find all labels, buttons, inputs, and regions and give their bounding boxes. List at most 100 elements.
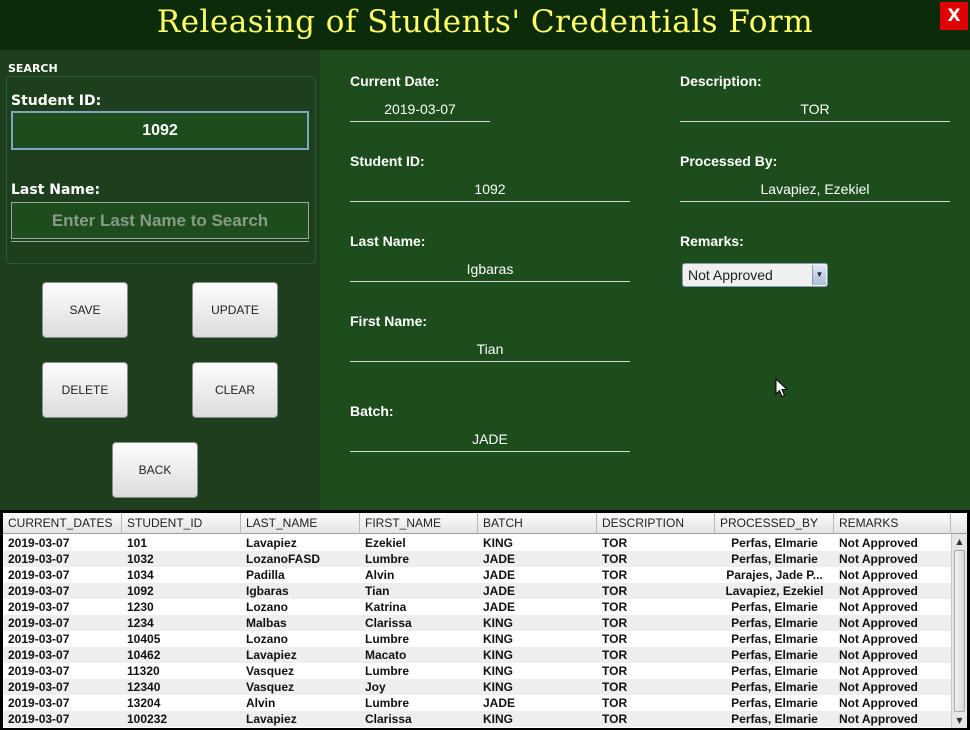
table-row[interactable]: 2019-03-07 1230 Lozano Katrina JADE TOR Perfas… — [3, 599, 951, 615]
first-name-field[interactable]: Tian — [350, 340, 630, 362]
table-cell: JADE — [483, 568, 516, 582]
student-id-field[interactable]: 1092 — [350, 180, 630, 202]
table-cell: 2019-03-07 — [8, 600, 70, 614]
table-cell: Alvin — [246, 696, 276, 710]
table-cell: Clarissa — [365, 616, 412, 630]
last-name-field[interactable]: Igbaras — [350, 260, 630, 282]
table-cell: 1032 — [127, 552, 154, 566]
table-row[interactable]: 2019-03-07 1234 Malbas Clarissa KING TOR Perfa… — [3, 615, 951, 631]
table-cell: Perfas, Elmarie — [731, 648, 818, 662]
search-student-id-label: Student ID: — [11, 93, 102, 109]
scroll-up-icon[interactable]: ▲ — [952, 534, 967, 549]
table-cell: JADE — [483, 552, 516, 566]
table-cell: JADE — [483, 584, 516, 598]
table-cell: Not Approved — [839, 568, 918, 582]
table-row[interactable]: 2019-03-07 10405 Lozano Lumbre KING TOR Perfas… — [3, 631, 951, 647]
description-field[interactable]: TOR — [680, 100, 950, 122]
table-cell: Lavapiez, Ezekiel — [725, 584, 824, 598]
search-student-id-input[interactable] — [11, 111, 309, 150]
batch-field[interactable]: JADE — [350, 430, 630, 452]
table-cell: Lozano — [246, 632, 288, 646]
table-cell: Malbas — [246, 616, 287, 630]
table-cell: Lumbre — [365, 632, 410, 646]
table-row[interactable]: 2019-03-07 1032 LozanoFASD Lumbre JADE TOR Per… — [3, 551, 951, 567]
table-header-corner — [951, 513, 967, 534]
clear-button[interactable]: CLEAR — [192, 362, 278, 418]
table-cell: LozanoFASD — [246, 552, 320, 566]
close-button[interactable]: X — [940, 2, 968, 30]
table-cell: 12340 — [127, 680, 161, 694]
table-cell: Vasquez — [246, 680, 295, 694]
table-cell: Perfas, Elmarie — [731, 632, 818, 646]
table-cell: Not Approved — [839, 536, 918, 550]
table-row[interactable]: 2019-03-07 12340 Vasquez Joy KING TOR Perfas, … — [3, 679, 951, 695]
column-header-first-name[interactable]: FIRST_NAME — [360, 513, 478, 534]
table-body: 2019-03-07 101 Lavapiez Ezekiel KING TOR Perfa… — [3, 535, 951, 727]
update-button[interactable]: UPDATE — [192, 282, 278, 338]
current-date-field[interactable]: 2019-03-07 — [350, 100, 490, 122]
table-cell: Perfas, Elmarie — [731, 616, 818, 630]
remarks-dropdown[interactable]: Not Approved ▼ — [682, 263, 828, 287]
column-header-remarks[interactable]: REMARKS — [834, 513, 951, 534]
column-header-processed-by[interactable]: PROCESSED_BY — [715, 513, 834, 534]
table-cell: TOR — [602, 680, 628, 694]
table-cell: 1230 — [127, 600, 154, 614]
table-cell: Parajes, Jade P... — [726, 568, 823, 582]
column-header-batch[interactable]: BATCH — [478, 513, 597, 534]
table-cell: 13204 — [127, 696, 161, 710]
scrollbar-thumb[interactable] — [954, 550, 965, 712]
table-cell: TOR — [602, 584, 628, 598]
chevron-down-icon[interactable]: ▼ — [812, 265, 826, 285]
table-cell: Perfas, Elmarie — [731, 552, 818, 566]
delete-button[interactable]: DELETE — [42, 362, 128, 418]
processed-by-field[interactable]: Lavapiez, Ezekiel — [680, 180, 950, 202]
mouse-pointer-icon — [775, 378, 789, 398]
table-cell: Ezekiel — [365, 536, 406, 550]
column-header-last-name[interactable]: LAST_NAME — [241, 513, 360, 534]
table-cell: KING — [483, 664, 513, 678]
table-cell: JADE — [483, 600, 516, 614]
search-last-name-input[interactable] — [11, 202, 309, 239]
column-header-description[interactable]: DESCRIPTION — [597, 513, 715, 534]
table-cell: Perfas, Elmarie — [731, 664, 818, 678]
table-cell: TOR — [602, 616, 628, 630]
table-cell: 1234 — [127, 616, 154, 630]
last-name-label: Last Name: — [350, 233, 426, 249]
table-vertical-scrollbar[interactable]: ▲ ▼ — [951, 534, 967, 728]
table-row[interactable]: 2019-03-07 100232 Lavapiez Clarissa KING TOR P… — [3, 711, 951, 727]
table-cell: 2019-03-07 — [8, 696, 70, 710]
table-cell: Not Approved — [839, 696, 918, 710]
processed-by-label: Processed By: — [680, 153, 778, 169]
table-cell: 2019-03-07 — [8, 568, 70, 582]
table-row[interactable]: 2019-03-07 1034 Padilla Alvin JADE TOR Parajes… — [3, 567, 951, 583]
column-header-student-id[interactable]: STUDENT_ID — [122, 513, 241, 534]
table-cell: 1034 — [127, 568, 154, 582]
save-button[interactable]: SAVE — [42, 282, 128, 338]
table-cell: 2019-03-07 — [8, 648, 70, 662]
scroll-down-icon[interactable]: ▼ — [952, 713, 967, 728]
table-cell: Not Approved — [839, 600, 918, 614]
table-row[interactable]: 2019-03-07 101 Lavapiez Ezekiel KING TOR Perfa… — [3, 535, 951, 551]
table-cell: Joy — [365, 680, 386, 694]
table-cell: KING — [483, 648, 513, 662]
table-cell: TOR — [602, 696, 628, 710]
table-row[interactable]: 2019-03-07 13204 Alvin Lumbre JADE TOR Perfas,… — [3, 695, 951, 711]
table-cell: KING — [483, 680, 513, 694]
column-header-current-dates[interactable]: CURRENT_DATES — [3, 513, 122, 534]
table-cell: 2019-03-07 — [8, 664, 70, 678]
table-cell: Alvin — [365, 568, 395, 582]
table-cell: 1092 — [127, 584, 154, 598]
table-cell: 2019-03-07 — [8, 552, 70, 566]
first-name-label: First Name: — [350, 313, 428, 329]
remarks-label: Remarks: — [680, 233, 744, 249]
batch-label: Batch: — [350, 403, 394, 419]
search-section-title: SEARCH — [8, 62, 58, 75]
table-row[interactable]: 2019-03-07 10462 Lavapiez Macato KING TOR Perf… — [3, 647, 951, 663]
table-cell: Not Approved — [839, 552, 918, 566]
window-title: Releasing of Students' Credentials Form — [156, 4, 814, 40]
current-date-label: Current Date: — [350, 73, 440, 89]
table-row[interactable]: 2019-03-07 11320 Vasquez Lumbre KING TOR Perfa… — [3, 663, 951, 679]
table-row[interactable]: 2019-03-07 1092 Igbaras Tian JADE TOR Lavapiez… — [3, 583, 951, 599]
table-cell: TOR — [602, 664, 628, 678]
back-button[interactable]: BACK — [112, 442, 198, 498]
